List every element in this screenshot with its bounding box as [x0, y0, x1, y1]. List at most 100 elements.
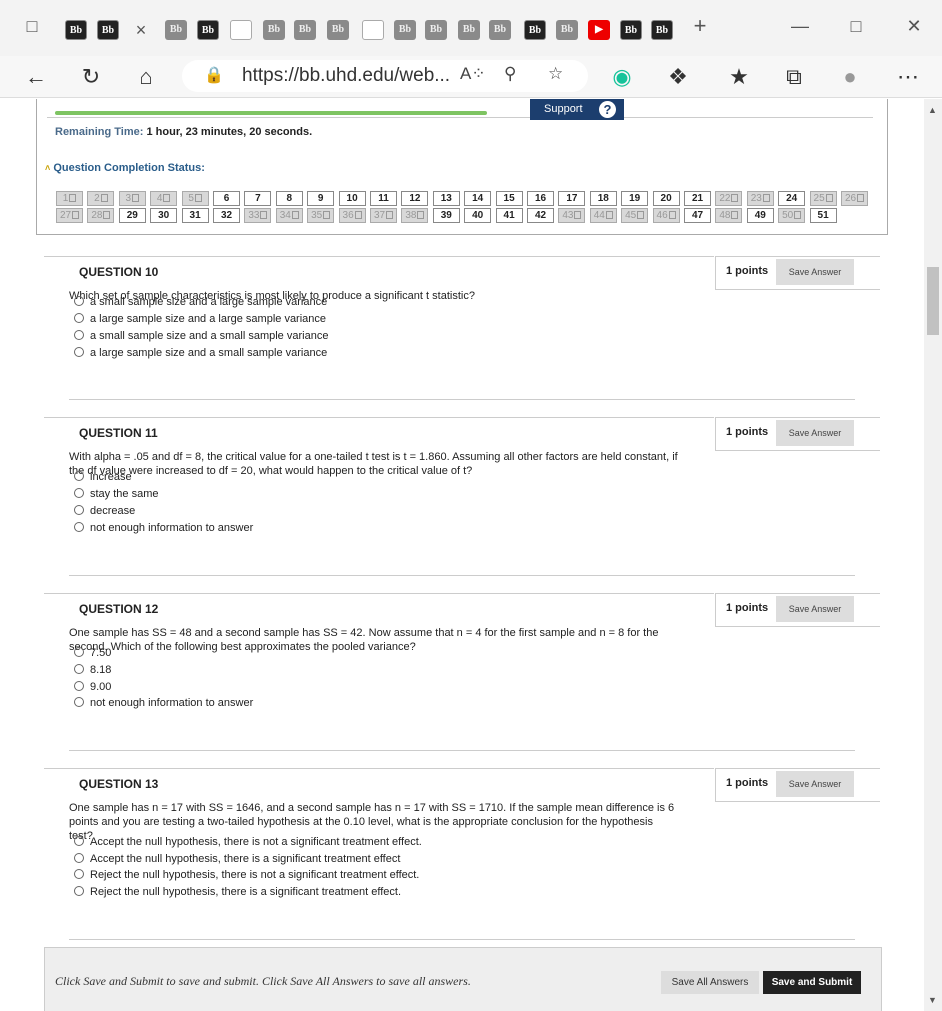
- question-nav-41[interactable]: 41: [495, 208, 523, 223]
- grammarly-icon[interactable]: ◉: [608, 63, 636, 91]
- radio-button[interactable]: [74, 697, 84, 707]
- blackboard-tab-icon[interactable]: Bb: [263, 20, 285, 40]
- zoom-icon[interactable]: ⚲: [504, 64, 516, 84]
- question-nav-44[interactable]: 44: [589, 208, 617, 223]
- address-bar[interactable]: 🔒 https://bb.uhd.edu/web... A⁘ ⚲ ☆: [182, 60, 588, 92]
- save-answer-button[interactable]: Save Answer: [776, 596, 854, 622]
- blackboard-tab-icon[interactable]: Bb: [556, 20, 578, 40]
- support-button[interactable]: Support ?: [530, 99, 624, 120]
- question-nav-13[interactable]: 13: [432, 191, 460, 206]
- answer-option[interactable]: a large sample size and a large sample v…: [74, 313, 326, 325]
- question-nav-51[interactable]: 51: [809, 208, 837, 223]
- answer-option[interactable]: 7.50: [74, 647, 111, 659]
- radio-button[interactable]: [74, 347, 84, 357]
- document-tab-icon[interactable]: [362, 20, 384, 40]
- save-answer-button[interactable]: Save Answer: [776, 420, 854, 446]
- question-nav-2[interactable]: 2: [87, 191, 115, 206]
- question-nav-12[interactable]: 12: [401, 191, 429, 206]
- radio-button[interactable]: [74, 296, 84, 306]
- extensions-icon[interactable]: ❖: [664, 63, 692, 91]
- tab-actions-icon[interactable]: □: [20, 14, 44, 38]
- question-nav-30[interactable]: 30: [150, 208, 178, 223]
- answer-option[interactable]: 9.00: [74, 681, 111, 693]
- answer-option[interactable]: decrease: [74, 505, 135, 517]
- blackboard-tab-icon[interactable]: Bb: [97, 20, 119, 40]
- question-nav-7[interactable]: 7: [244, 191, 272, 206]
- blackboard-tab-icon[interactable]: Bb: [425, 20, 447, 40]
- answer-option[interactable]: a large sample size and a small sample v…: [74, 347, 327, 359]
- question-nav-14[interactable]: 14: [464, 191, 492, 206]
- blackboard-tab-icon[interactable]: Bb: [165, 20, 187, 40]
- question-nav-33[interactable]: 33: [244, 208, 272, 223]
- page-scrollbar[interactable]: ▲ ▼: [924, 99, 942, 1011]
- blackboard-tab-icon[interactable]: Bb: [197, 20, 219, 40]
- profile-icon[interactable]: ●: [836, 63, 864, 91]
- blackboard-tab-icon[interactable]: Bb: [489, 20, 511, 40]
- youtube-tab-icon[interactable]: ▶: [588, 20, 610, 40]
- back-arrow-icon[interactable]: ←: [22, 63, 50, 91]
- completion-status-toggle[interactable]: ˄ Question Completion Status:: [45, 162, 205, 174]
- question-nav-38[interactable]: 38: [401, 208, 429, 223]
- radio-button[interactable]: [74, 869, 84, 879]
- question-nav-47[interactable]: 47: [684, 208, 711, 223]
- save-answer-button[interactable]: Save Answer: [776, 259, 854, 285]
- question-nav-48[interactable]: 48: [715, 208, 743, 223]
- answer-option[interactable]: a small sample size and a small sample v…: [74, 330, 328, 342]
- question-nav-32[interactable]: 32: [213, 208, 240, 223]
- favorite-add-icon[interactable]: ☆: [548, 64, 563, 84]
- question-nav-26[interactable]: 26: [841, 191, 868, 206]
- maximize-icon[interactable]: □: [844, 14, 868, 38]
- home-icon[interactable]: ⌂: [132, 63, 160, 91]
- blackboard-tab-icon[interactable]: Bb: [327, 20, 349, 40]
- answer-option[interactable]: stay the same: [74, 488, 158, 500]
- question-nav-9[interactable]: 9: [307, 191, 335, 206]
- question-nav-17[interactable]: 17: [558, 191, 586, 206]
- radio-button[interactable]: [74, 853, 84, 863]
- question-nav-24[interactable]: 24: [778, 191, 806, 206]
- save-all-answers-button[interactable]: Save All Answers: [661, 971, 759, 994]
- question-nav-43[interactable]: 43: [558, 208, 586, 223]
- question-nav-18[interactable]: 18: [589, 191, 617, 206]
- question-nav-27[interactable]: 27: [56, 208, 83, 223]
- blackboard-tab-icon[interactable]: Bb: [458, 20, 480, 40]
- question-nav-21[interactable]: 21: [684, 191, 711, 206]
- radio-button[interactable]: [74, 471, 84, 481]
- question-nav-5[interactable]: 5: [181, 191, 209, 206]
- answer-option[interactable]: 8.18: [74, 664, 111, 676]
- question-nav-31[interactable]: 31: [181, 208, 209, 223]
- question-nav-39[interactable]: 39: [432, 208, 460, 223]
- question-nav-16[interactable]: 16: [527, 191, 554, 206]
- url-text[interactable]: https://bb.uhd.edu/web...: [242, 65, 450, 87]
- blackboard-tab-icon[interactable]: Bb: [651, 20, 673, 40]
- blackboard-tab-icon[interactable]: Bb: [620, 20, 642, 40]
- question-nav-40[interactable]: 40: [464, 208, 492, 223]
- question-nav-3[interactable]: 3: [118, 191, 146, 206]
- question-nav-11[interactable]: 11: [370, 191, 397, 206]
- radio-button[interactable]: [74, 330, 84, 340]
- question-nav-22[interactable]: 22: [715, 191, 743, 206]
- answer-option[interactable]: Reject the null hypothesis, there is not…: [74, 869, 419, 881]
- question-nav-20[interactable]: 20: [652, 191, 680, 206]
- scroll-down-icon[interactable]: ▼: [928, 995, 937, 1005]
- document-tab-icon[interactable]: [230, 20, 252, 40]
- answer-option[interactable]: increase: [74, 471, 132, 483]
- lock-icon[interactable]: 🔒: [204, 65, 224, 85]
- close-window-icon[interactable]: ✕: [902, 14, 926, 38]
- question-nav-10[interactable]: 10: [338, 191, 366, 206]
- save-answer-button[interactable]: Save Answer: [776, 771, 854, 797]
- question-nav-25[interactable]: 25: [809, 191, 837, 206]
- radio-button[interactable]: [74, 681, 84, 691]
- question-nav-50[interactable]: 50: [778, 208, 806, 223]
- blackboard-tab-icon[interactable]: Bb: [524, 20, 546, 40]
- scroll-up-icon[interactable]: ▲: [928, 105, 937, 115]
- close-tab-icon[interactable]: ×: [129, 18, 153, 42]
- read-aloud-icon[interactable]: A⁘: [460, 64, 486, 84]
- question-nav-49[interactable]: 49: [746, 208, 774, 223]
- question-nav-15[interactable]: 15: [495, 191, 523, 206]
- question-nav-37[interactable]: 37: [370, 208, 397, 223]
- question-nav-23[interactable]: 23: [746, 191, 774, 206]
- question-nav-6[interactable]: 6: [213, 191, 240, 206]
- question-nav-46[interactable]: 46: [652, 208, 680, 223]
- question-nav-35[interactable]: 35: [307, 208, 335, 223]
- favorites-icon[interactable]: ★: [725, 63, 753, 91]
